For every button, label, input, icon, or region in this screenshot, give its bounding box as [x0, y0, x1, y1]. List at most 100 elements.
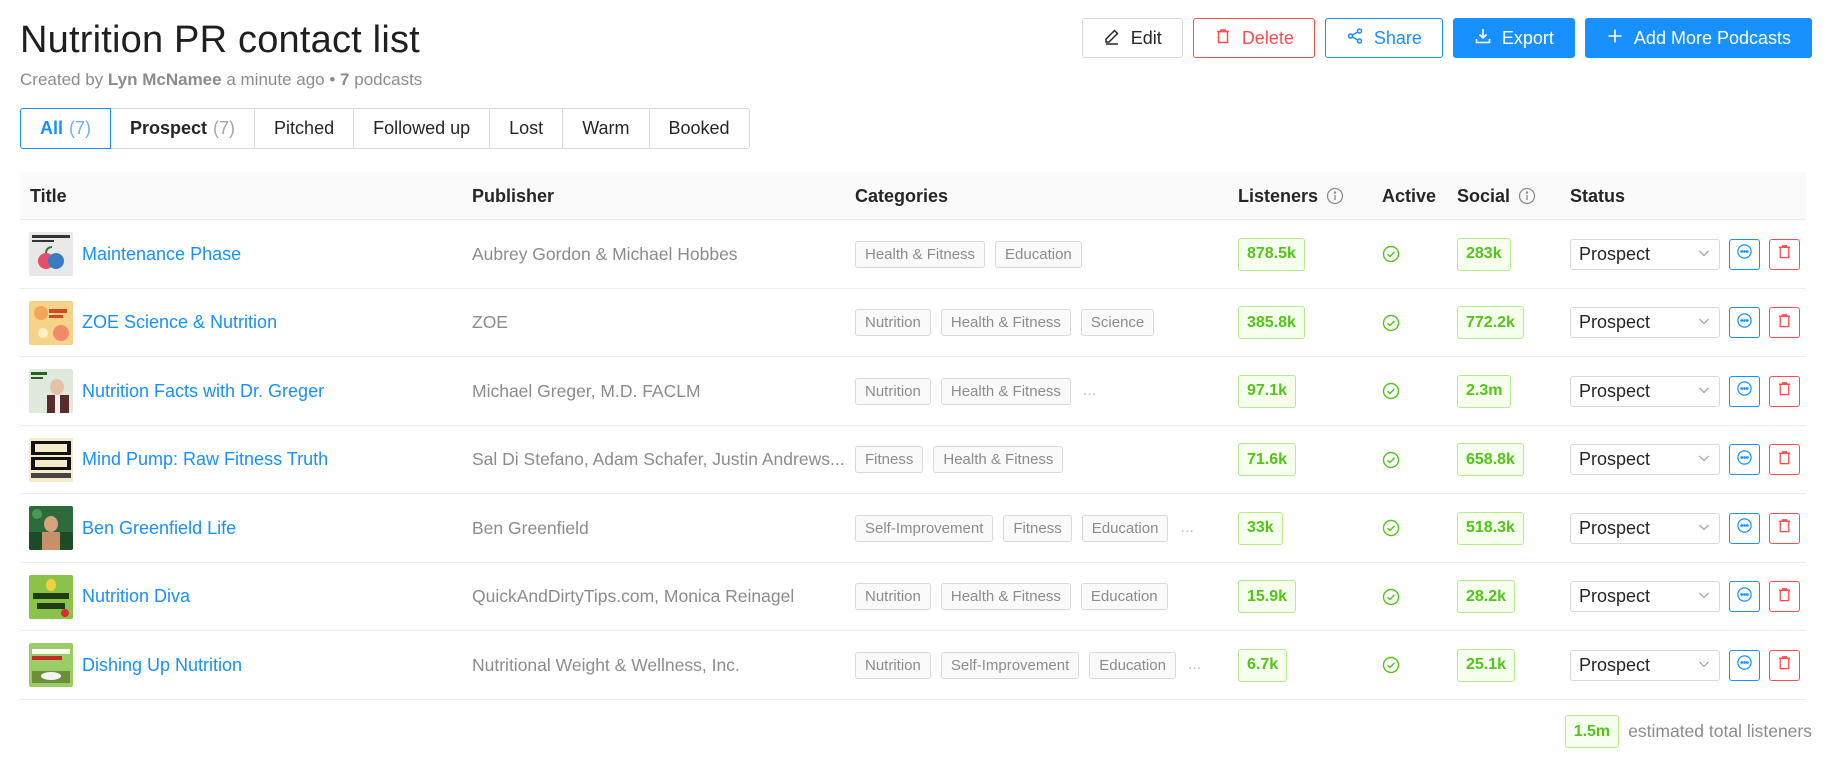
column-publisher[interactable]: Publisher	[472, 172, 554, 220]
social-badge: 2.3m	[1457, 374, 1512, 408]
trash-icon	[1776, 243, 1793, 265]
publisher-cell: ZOE	[472, 289, 508, 357]
message-button[interactable]	[1729, 375, 1760, 407]
status-select[interactable]: Prospect	[1570, 238, 1720, 270]
add-more-podcasts-button[interactable]: Add More Podcasts	[1584, 18, 1812, 58]
tab-count: (7)	[213, 118, 236, 138]
message-cell	[1729, 289, 1760, 357]
column-label: Active	[1382, 185, 1437, 206]
podcast-title-link[interactable]: Mind Pump: Raw Fitness Truth	[82, 449, 328, 470]
social-badge: 658.8k	[1457, 443, 1524, 476]
tab-label: Warm	[582, 118, 630, 138]
status-select[interactable]: Prospect	[1570, 444, 1720, 475]
publisher-name: Sal Di Stefano, Adam Schafer, Justin And…	[472, 449, 845, 469]
status-select[interactable]: Prospect	[1570, 512, 1720, 544]
message-button[interactable]	[1729, 307, 1760, 338]
more-categories[interactable]: ...	[1188, 656, 1201, 674]
tab-label: Followed up	[373, 118, 471, 138]
message-cell	[1729, 563, 1760, 631]
column-status[interactable]: Status	[1570, 172, 1625, 220]
tab-pitched[interactable]: Pitched	[254, 108, 355, 149]
delete-button[interactable]: Delete	[1192, 18, 1315, 58]
categories-cell: Health & Fitness Education	[855, 220, 1082, 288]
message-icon	[1736, 312, 1753, 334]
remove-podcast-button[interactable]	[1769, 581, 1800, 612]
listeners-badge: 878.5k	[1238, 237, 1305, 271]
categories-cell: Fitness Health & Fitness	[855, 426, 1064, 494]
trash-icon	[1776, 586, 1793, 608]
author-name: Lyn McNamee	[107, 70, 222, 89]
remove-podcast-button[interactable]	[1769, 307, 1800, 338]
table-row: ZOE Science & Nutrition ZOE Nutrition Healt…	[20, 289, 1806, 357]
tab-label: Lost	[509, 118, 544, 138]
social-cell: 772.2k	[1457, 289, 1524, 357]
column-categories[interactable]: Categories	[855, 172, 948, 220]
tab-lost[interactable]: Lost	[489, 108, 564, 149]
more-categories[interactable]: ...	[1083, 382, 1096, 400]
column-listeners[interactable]: Listeners	[1238, 172, 1344, 220]
total-listeners-label: estimated total listeners	[1628, 721, 1812, 741]
social-badge: 518.3k	[1457, 511, 1524, 545]
listeners-badge: 15.9k	[1238, 580, 1297, 613]
tab-prospect[interactable]: Prospect (7)	[110, 108, 256, 149]
podcast-title-link[interactable]: Nutrition Diva	[82, 586, 190, 607]
podcast-title-link[interactable]: Maintenance Phase	[82, 244, 241, 265]
status-select[interactable]: Prospect	[1570, 375, 1720, 407]
column-title[interactable]: Title	[30, 172, 67, 220]
check-circle-icon	[1382, 314, 1400, 332]
podcast-title-link[interactable]: Dishing Up Nutrition	[82, 655, 242, 676]
info-icon[interactable]	[1326, 187, 1344, 205]
message-button[interactable]	[1729, 238, 1760, 270]
remove-podcast-button[interactable]	[1769, 512, 1800, 544]
column-active[interactable]: Active	[1382, 172, 1436, 220]
status-cell: Prospect	[1570, 289, 1720, 357]
tab-warm[interactable]: Warm	[562, 108, 650, 149]
publisher-name: ZOE	[472, 312, 508, 332]
trash-icon	[1776, 449, 1793, 471]
table-row: Mind Pump: Raw Fitness Truth Sal Di Stefa…	[20, 426, 1806, 494]
message-button[interactable]	[1729, 512, 1760, 544]
tab-booked[interactable]: Booked	[648, 108, 750, 149]
remove-podcast-button[interactable]	[1769, 649, 1800, 681]
column-social[interactable]: Social	[1457, 172, 1536, 220]
status-select[interactable]: Prospect	[1570, 581, 1720, 612]
listeners-cell: 71.6k	[1238, 426, 1297, 494]
remove-cell	[1769, 289, 1800, 357]
tab-label: Prospect	[130, 118, 208, 138]
check-circle-icon	[1382, 656, 1400, 674]
message-icon	[1736, 449, 1753, 471]
message-button[interactable]	[1729, 649, 1760, 681]
tab-all[interactable]: All (7)	[20, 108, 112, 149]
podcast-title-link[interactable]: Ben Greenfield Life	[82, 518, 236, 539]
export-button[interactable]: Export	[1452, 18, 1575, 58]
podcast-title-link[interactable]: Nutrition Facts with Dr. Greger	[82, 381, 324, 402]
remove-podcast-button[interactable]	[1769, 375, 1800, 407]
status-select[interactable]: Prospect	[1570, 307, 1720, 338]
category-tag: Science	[1080, 309, 1155, 336]
message-icon	[1736, 380, 1753, 402]
message-icon	[1736, 517, 1753, 539]
category-tag: Health & Fitness	[940, 309, 1071, 336]
more-categories[interactable]: ...	[1180, 519, 1193, 537]
message-cell	[1729, 494, 1760, 562]
share-button[interactable]: Share	[1324, 18, 1443, 58]
message-button[interactable]	[1729, 444, 1760, 475]
delete-label: Delete	[1241, 27, 1294, 48]
message-button[interactable]	[1729, 581, 1760, 612]
podcast-count-suffix: podcasts	[354, 70, 423, 89]
remove-podcast-button[interactable]	[1769, 444, 1800, 475]
message-cell	[1729, 357, 1760, 425]
listeners-cell: 97.1k	[1238, 357, 1297, 425]
publisher-cell: Aubrey Gordon & Michael Hobbes	[472, 220, 738, 288]
edit-button[interactable]: Edit	[1081, 18, 1183, 58]
info-icon[interactable]	[1518, 187, 1536, 205]
status-select[interactable]: Prospect	[1570, 649, 1720, 681]
podcast-title-link[interactable]: ZOE Science & Nutrition	[82, 312, 277, 333]
status-cell: Prospect	[1570, 631, 1720, 699]
remove-podcast-button[interactable]	[1769, 238, 1800, 270]
publisher-cell: Sal Di Stefano, Adam Schafer, Justin And…	[472, 426, 845, 494]
trash-icon	[1776, 380, 1793, 402]
tab-followed-up[interactable]: Followed up	[353, 108, 491, 149]
column-label: Publisher	[472, 185, 555, 206]
chevron-down-icon	[1697, 244, 1711, 265]
